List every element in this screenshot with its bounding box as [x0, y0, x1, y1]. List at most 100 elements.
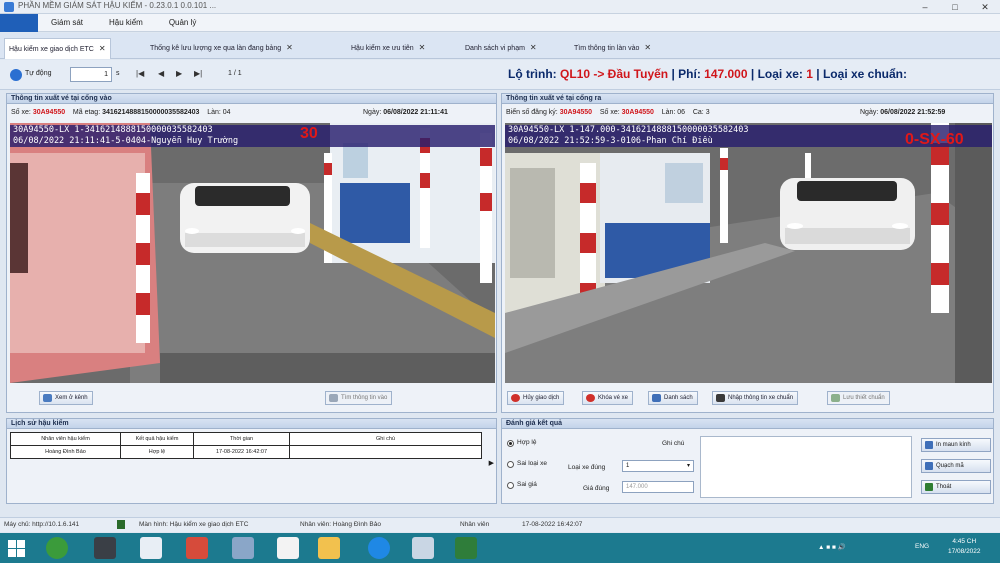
correct-price-label: Giá đúng: [583, 485, 610, 492]
chrome-icon[interactable]: [46, 537, 68, 559]
entry-plate-value: 30A94550: [32, 109, 66, 116]
radio-wrong-price-label: Sai giá: [517, 481, 537, 488]
excel-icon[interactable]: [455, 537, 477, 559]
status-staff-label: Nhân viên: [460, 521, 490, 528]
windows-start-icon[interactable]: [8, 540, 25, 557]
next-page-icon[interactable]: ▶: [176, 69, 182, 78]
list-icon: [652, 394, 661, 402]
close-tab-icon[interactable]: ✕: [99, 44, 106, 53]
interval-input[interactable]: 1: [70, 67, 112, 82]
scroll-right-icon[interactable]: ▶: [489, 459, 494, 467]
note-textarea[interactable]: [700, 436, 912, 498]
clock[interactable]: 4:45 CH 17/08/2022: [948, 537, 981, 557]
save-icon: [831, 394, 840, 402]
last-page-icon[interactable]: ▶|: [194, 69, 202, 78]
notepad-icon[interactable]: [232, 537, 254, 559]
vehicle-type-value: 1: [806, 67, 813, 81]
remote-desktop-icon[interactable]: [140, 537, 162, 559]
maximize-icon[interactable]: □: [940, 0, 970, 14]
tab-label: Danh sách vi phạm: [465, 45, 525, 52]
vehicle-icon: [716, 394, 725, 402]
entry-etag-label: Mã etag:: [72, 109, 101, 116]
switch-button[interactable]: Quạch mã: [921, 459, 991, 473]
close-tab-icon[interactable]: ✕: [286, 43, 293, 52]
entry-plate-overlay: 30: [300, 125, 318, 142]
menu-item-monitoring[interactable]: Giám sát: [38, 18, 96, 27]
entry-car: [180, 183, 310, 253]
tab-violations[interactable]: Danh sách vi phạm ✕: [461, 38, 541, 59]
entry-overlay-line1: 30A94550-LX 1-3416214888150000035582403: [10, 125, 495, 136]
status-function: Màn hình: Hậu kiểm xe giao dịch ETC: [139, 521, 249, 528]
minimize-icon[interactable]: –: [910, 0, 940, 14]
find-entry-button[interactable]: Tìm thông tin vào: [325, 391, 393, 405]
interval-unit: s: [116, 70, 120, 77]
save-standard-button[interactable]: Lưu thiết chuẩn: [827, 391, 890, 405]
radio-valid[interactable]: [507, 440, 514, 447]
find-entry-label: Tìm thông tin vào: [341, 395, 388, 401]
history-col-staff: Nhân viên hậu kiểm: [10, 432, 121, 446]
exit-plate-value: 30A94550: [621, 109, 654, 116]
entry-camera-image: 30A94550-LX 1-3416214888150000035582403 …: [10, 123, 495, 383]
list-button[interactable]: Danh sách: [648, 391, 698, 405]
correct-type-select[interactable]: 1 ▾: [622, 460, 694, 472]
zalo-icon[interactable]: [368, 537, 390, 559]
auto-refresh-icon[interactable]: [10, 69, 22, 81]
menu-item-management[interactable]: Quản lý: [156, 18, 210, 27]
tab-etc-postcheck[interactable]: Hậu kiểm xe giao dịch ETC ✕: [4, 38, 111, 59]
history-cell-staff: Hoàng Đình Bảo: [10, 445, 121, 459]
enter-standard-vehicle-button[interactable]: Nhập thông tin xe chuẩn: [712, 391, 799, 405]
close-tab-icon[interactable]: ✕: [419, 43, 426, 52]
route-value: QL10 -> Đầu Tuyến: [559, 67, 669, 81]
entry-date-label: Ngày:: [363, 109, 382, 116]
language-indicator[interactable]: ENG: [915, 543, 929, 550]
video-icon: [43, 394, 52, 402]
prev-page-icon[interactable]: ◀: [158, 69, 164, 78]
toll-app-icon[interactable]: [412, 537, 434, 559]
status-server: Máy chủ: http://10.1.6.141: [4, 521, 80, 528]
tab-priority-postcheck[interactable]: Hậu kiểm xe ưu tiên ✕: [347, 38, 429, 59]
print-button[interactable]: In maun kính: [921, 438, 991, 452]
tray-icons[interactable]: ▲ ■ ■ 🔊: [818, 543, 846, 551]
correct-type-value: 1: [626, 463, 630, 469]
exit-plate-label: Số xe:: [599, 109, 620, 116]
route-summary: Lộ trình: QL10 -> Đầu Tuyến | Phí: 147.0…: [508, 67, 907, 81]
folder-icon[interactable]: [318, 537, 340, 559]
exit-lane: Làn: 06: [661, 109, 686, 116]
history-title: Lịch sử hậu kiểm: [7, 419, 496, 429]
history-cell-time: 17-08-2022 16:42:07: [193, 445, 290, 459]
history-col-note: Ghi chú: [289, 432, 482, 446]
standard-type-label: | Loại xe chuẩn:: [812, 67, 907, 81]
close-tab-icon[interactable]: ✕: [644, 43, 651, 52]
exit-info-row: Biển số đăng ký: 30A94550 Số xe: 30A9455…: [506, 109, 710, 116]
taskbar: ▲ ■ ■ 🔊 ENG 4:45 CH 17/08/2022: [0, 533, 1000, 563]
entry-overlay-line2: 06/08/2022 21:11:41-5-0404-Nguyễn Huy Tr…: [10, 136, 495, 147]
entry-lane: Làn: 04: [207, 109, 231, 116]
exit-date-row: Ngày: 06/08/2022 21:52:59: [860, 109, 945, 116]
radio-wrong-type[interactable]: [507, 461, 514, 468]
table-row[interactable]: Hoàng Đình Bảo Hợp lệ 17-08-2022 16:42:0…: [10, 445, 482, 459]
tab-label: Hậu kiểm xe giao dịch ETC: [9, 46, 94, 53]
app-grid-icon[interactable]: [186, 537, 208, 559]
first-page-icon[interactable]: |◀: [136, 69, 144, 78]
entry-lane-scene: [10, 123, 495, 383]
view-channel-button[interactable]: Xem ở kênh: [39, 391, 93, 405]
menu-item-postcheck[interactable]: Hậu kiểm: [96, 18, 156, 27]
tab-entry-search[interactable]: Tìm thông tin làn vào ✕: [570, 38, 655, 59]
cancel-transaction-button[interactable]: Hủy giao dịch: [507, 391, 565, 405]
history-col-result: Kết quả hậu kiểm: [120, 432, 194, 446]
eye-app-icon[interactable]: [94, 537, 116, 559]
menu-home[interactable]: [0, 13, 38, 32]
close-tab-icon[interactable]: ✕: [530, 43, 537, 52]
exit-etc-label: Biển số đăng ký:: [506, 109, 558, 116]
exit-button[interactable]: Thoát: [921, 480, 991, 494]
close-icon[interactable]: ✕: [970, 0, 1000, 14]
radio-wrong-price[interactable]: [507, 482, 514, 489]
correct-price-input[interactable]: 147.000: [622, 481, 694, 493]
fee-value: 147.000: [704, 67, 748, 81]
lock-ticket-button[interactable]: Khóa vé xe: [582, 391, 634, 405]
cancel-icon: [511, 394, 520, 402]
print-icon: [925, 441, 933, 449]
list-label: Danh sách: [664, 395, 693, 401]
vc-app-icon[interactable]: [277, 537, 299, 559]
tab-traffic-stats[interactable]: Thống kê lưu lượng xe qua làn đang bảng ✕: [146, 38, 297, 59]
